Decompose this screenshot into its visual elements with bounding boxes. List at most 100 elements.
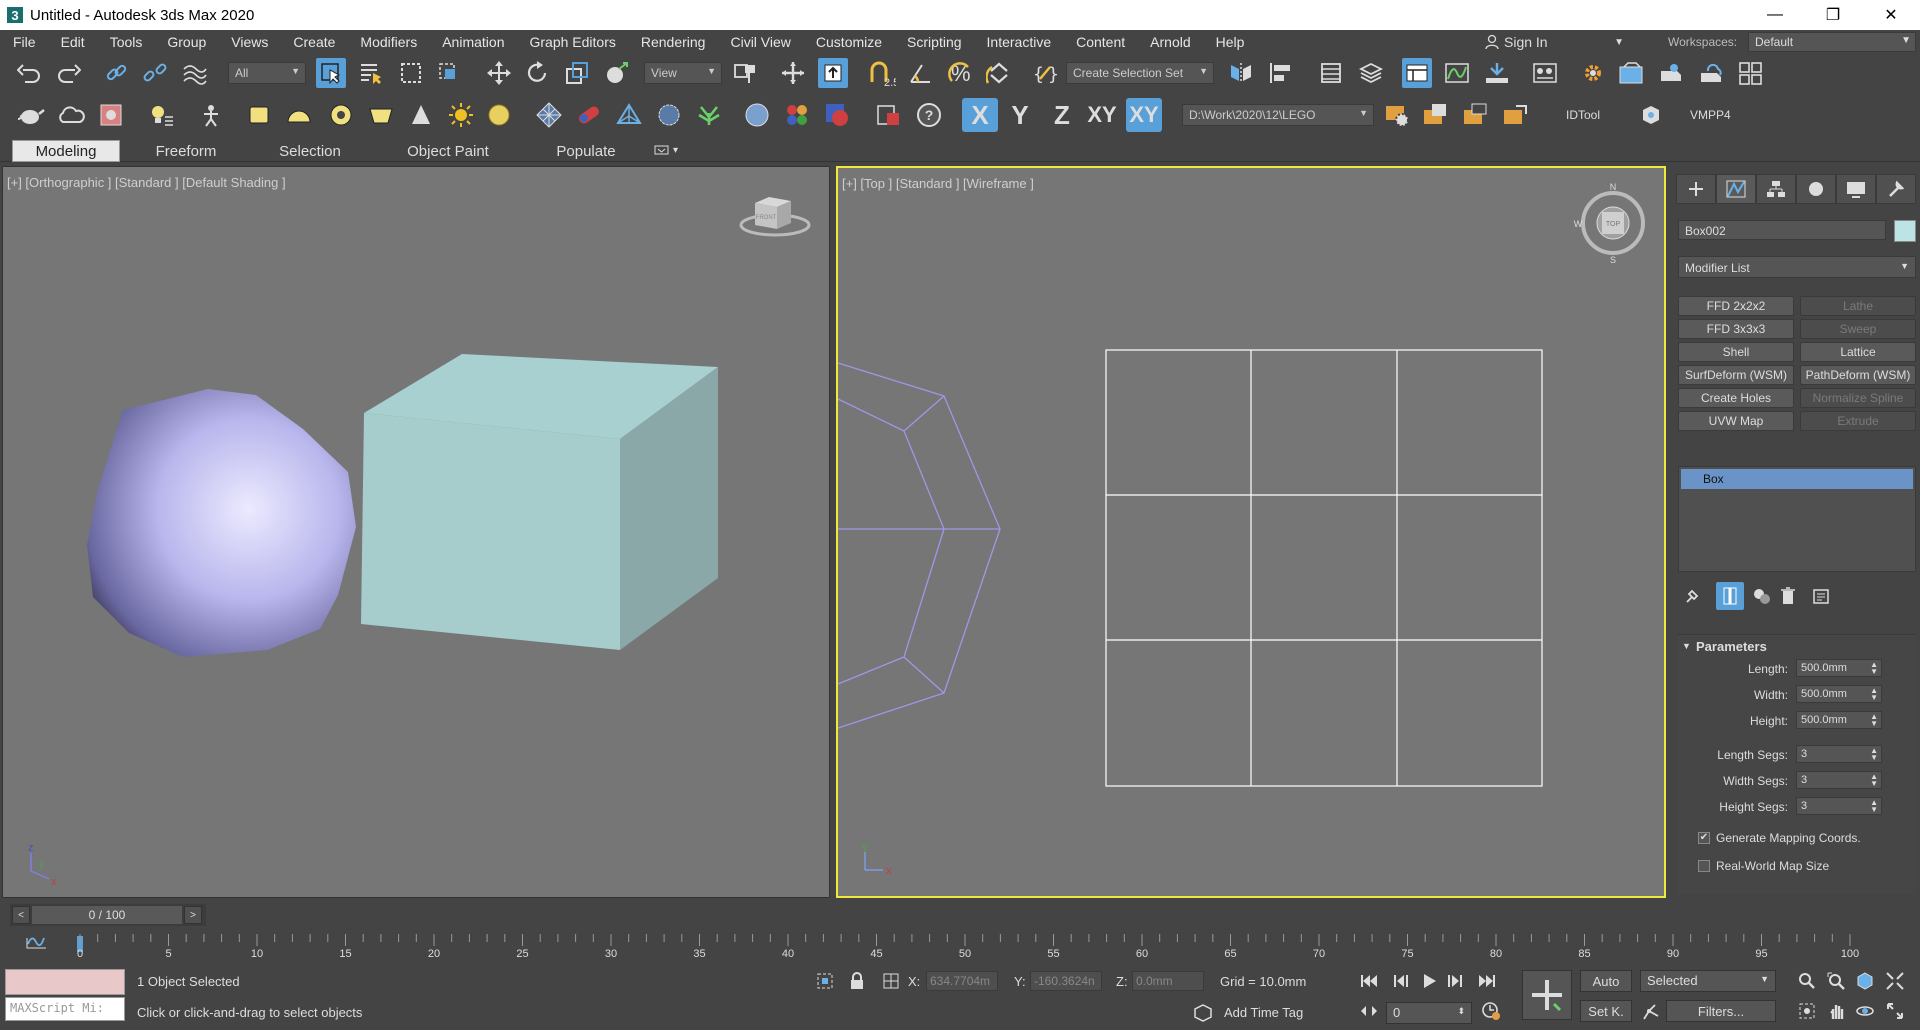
current-frame-field[interactable]: 0 ⬍ [1386,1002,1472,1024]
modifier-normalize-spline-button[interactable]: Normalize Spline [1800,388,1916,408]
align-icon[interactable] [1266,58,1296,88]
y-coord-field[interactable]: -160.3624n [1030,971,1102,991]
project-new-icon[interactable] [1460,100,1490,130]
render-setup-icon[interactable] [1578,58,1608,88]
zoom-all-icon[interactable] [1826,970,1848,992]
modifier-lattice-button[interactable]: Lattice [1800,342,1916,362]
zoom-icon[interactable] [1796,970,1818,992]
auto-key-button[interactable]: Auto [1580,970,1632,992]
cloud-icon[interactable] [56,100,86,130]
snaps-toggle-icon[interactable]: 2.5 [866,58,896,88]
spinner-arrows-icon[interactable]: ▲ ▼ [1870,687,1878,702]
foliage-icon[interactable] [694,100,724,130]
schematic-view-icon[interactable] [1482,58,1512,88]
viewport-top-active[interactable]: [+] [Top ] [Standard ] [Wireframe ] TOP … [836,166,1666,898]
orbit-icon[interactable] [1854,1000,1876,1022]
axis-y-button[interactable]: Y [1002,98,1038,132]
go-to-start-icon[interactable] [1358,970,1380,992]
modifier-extrude-button[interactable]: Extrude [1800,411,1916,431]
close-button[interactable]: ✕ [1862,0,1920,30]
tab-populate[interactable]: Populate [540,140,632,162]
go-to-end-icon[interactable] [1476,970,1498,992]
color-cluster-icon[interactable] [782,100,812,130]
menu-arnold[interactable]: Arnold [1137,34,1202,50]
named-selection-set-dropdown[interactable]: Create Selection Set ▼ [1066,62,1214,84]
sign-in-button[interactable]: Sign In ▼ [1484,30,1628,54]
track-ruler[interactable]: 0 5 10 15 20 25 30 35 40 45 50 55 60 65 70 75 80 85 90 95 10… [0,930,1920,960]
help-icon[interactable]: ? [914,100,944,130]
undo-icon[interactable] [14,58,44,88]
menu-help[interactable]: Help [1203,34,1257,50]
teapot-icon[interactable] [16,100,46,130]
spinner-arrows-icon[interactable]: ▲ ▼ [1870,773,1878,788]
zoom-extents-all-icon[interactable] [1884,970,1906,992]
bind-space-warp-icon[interactable] [180,58,210,88]
maximize-viewport-icon[interactable] [1884,1000,1906,1022]
menu-views[interactable]: Views [218,34,280,50]
hierarchy-panel-icon[interactable] [1756,174,1796,204]
create-panel-icon[interactable] [1676,174,1716,204]
real-world-map-checkbox[interactable] [1698,860,1710,872]
cone-primitive-icon[interactable] [406,100,436,130]
configure-modifier-sets-icon[interactable] [1808,582,1836,610]
lock-selection-icon[interactable] [846,970,868,992]
biped-icon[interactable] [196,100,226,130]
axis-z-button[interactable]: Z [1044,98,1080,132]
set-key-big-button[interactable] [1522,970,1572,1020]
menu-civil-view[interactable]: Civil View [717,34,802,50]
spinner-arrows-icon[interactable]: ▲ ▼ [1870,661,1878,676]
toggle-ribbon-icon[interactable] [1402,58,1432,88]
generate-mapping-checkbox[interactable]: ✔ [1698,832,1710,844]
geosphere-icon[interactable] [654,100,684,130]
height-segs-spinner[interactable]: 3 ▲ ▼ [1796,797,1882,815]
vmpp4-label[interactable]: VMPP4 [1690,108,1731,122]
time-tag-icon[interactable] [1192,1002,1214,1024]
ribbon-options-button[interactable]: ▾ [654,142,686,158]
set-key-button[interactable]: Set K. [1580,1000,1632,1022]
material-editor-icon[interactable] [1530,58,1560,88]
generate-mapping-checkbox-row[interactable]: ✔ Generate Mapping Coords. [1698,829,1861,847]
reference-coord-dropdown[interactable]: View ▼ [644,62,722,84]
isolate-selection-icon[interactable] [814,970,836,992]
real-world-map-checkbox-row[interactable]: Real-World Map Size [1698,857,1829,875]
menu-modifiers[interactable]: Modifiers [347,34,429,50]
spinner-arrows-icon[interactable]: ▲ ▼ [1870,799,1878,814]
rendered-frame-window-icon[interactable] [1616,58,1646,88]
menu-rendering[interactable]: Rendering [628,34,718,50]
show-end-result-icon[interactable] [1716,582,1744,610]
project-folder-icon[interactable] [1420,100,1450,130]
menu-edit[interactable]: Edit [48,34,97,50]
render-frame-icon[interactable] [822,100,852,130]
viewport-orthographic[interactable]: [+] [Orthographic ] [Standard ] [Default… [2,166,830,898]
toggle-scene-explorer-icon[interactable] [1316,58,1346,88]
modify-panel-icon[interactable] [1716,174,1756,204]
menu-create[interactable]: Create [280,34,347,50]
track-bar[interactable]: 0 5 10 15 20 25 30 35 40 45 50 55 60 65 70 75 80 85 90 95 10… [0,930,1920,960]
edit-named-selections-icon[interactable]: {} [1030,58,1060,88]
previous-frame-button[interactable]: < [12,906,30,924]
modifier-pathdeform-button[interactable]: PathDeform (WSM) [1800,365,1916,385]
pan-view-icon[interactable] [1826,1000,1848,1022]
menu-customize[interactable]: Customize [803,34,894,50]
modifier-ffd-2x2x2-button[interactable]: FFD 2x2x2 [1678,296,1794,316]
modifier-surfdeform-button[interactable]: SurfDeform (WSM) [1678,365,1794,385]
spinner-arrows-icon[interactable]: ▲ ▼ [1870,713,1878,728]
maximize-button[interactable]: ❐ [1804,0,1862,30]
next-frame-button[interactable]: > [184,906,202,924]
menu-content[interactable]: Content [1063,34,1137,50]
parameters-header[interactable]: Parameters [1696,639,1767,654]
workspaces-dropdown[interactable]: Default ▼ [1748,32,1916,52]
selection-filter-dropdown[interactable]: All ▼ [228,62,306,84]
modifier-ffd-3x3x3-button[interactable]: FFD 3x3x3 [1678,319,1794,339]
play-icon[interactable] [1418,970,1440,992]
project-folder-dropdown[interactable]: D:\Work\2020\12\LEGO ▼ [1182,104,1374,126]
torus-primitive-icon[interactable] [326,100,356,130]
menu-tools[interactable]: Tools [97,34,155,50]
pyramid-icon[interactable] [614,100,644,130]
axis-xy-cycle-button[interactable]: XY [1126,98,1162,132]
link-icon[interactable] [102,58,132,88]
previous-frame-icon[interactable] [1390,970,1412,992]
length-segs-spinner[interactable]: 3 ▲ ▼ [1796,745,1882,763]
mirror-icon[interactable] [1226,58,1256,88]
curve-editor-icon[interactable] [1442,58,1472,88]
